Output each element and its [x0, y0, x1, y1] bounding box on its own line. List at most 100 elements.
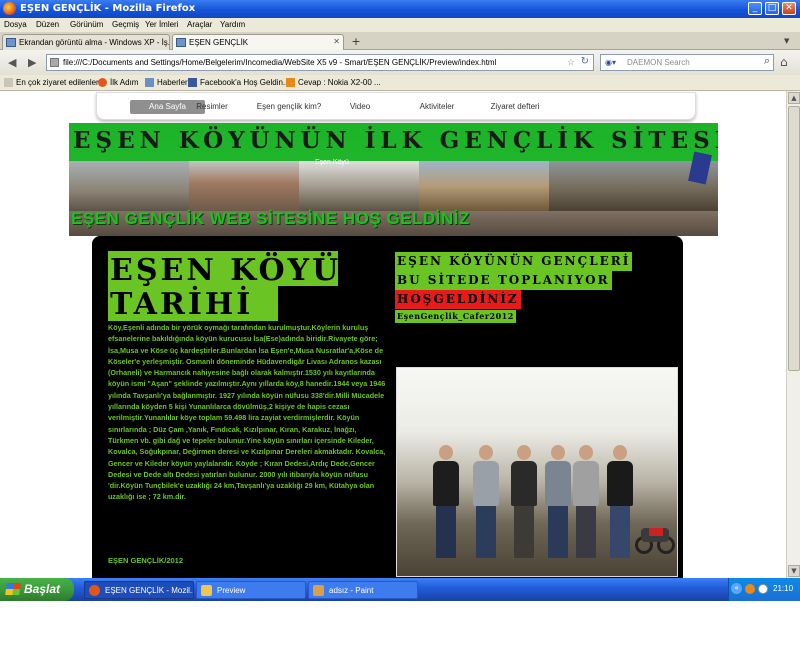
menu-history[interactable]: Geçmiş [112, 20, 139, 29]
menu-view[interactable]: Görünüm [70, 20, 103, 29]
menu-file[interactable]: Dosya [4, 20, 27, 29]
url-bar[interactable]: file:///C:/Documents and Settings/Home/B… [46, 54, 594, 71]
site-banner: EŞEN KÖYÜNÜN İLK GENÇLİK SİTESİ Eşen Köy… [69, 123, 718, 236]
file-icon [50, 58, 59, 67]
bookmark-star-icon[interactable]: ☆ [567, 57, 575, 68]
nav-guestbook[interactable]: Ziyaret defteri [475, 100, 555, 114]
facebook-icon [188, 78, 197, 87]
banner-caption: Eşen Köyü [315, 159, 349, 166]
back-arrow-icon[interactable]: ◀ [8, 56, 16, 69]
minimize-button[interactable]: _ [748, 2, 762, 15]
tab-label: EŞEN GENÇLİK [189, 38, 249, 47]
new-tab-button[interactable]: + [348, 35, 364, 49]
system-tray: « 21:10 [728, 578, 800, 601]
welcome-line4: EşenGençlik_Cafer2012 [395, 310, 516, 323]
taskbar-paint[interactable]: adsız - Paint [308, 581, 418, 599]
paint-icon [313, 585, 324, 596]
history-heading-line1: EŞEN KÖYÜ [110, 253, 342, 288]
taskbar-firefox[interactable]: EŞEN GENÇLİK - Mozil... [84, 581, 194, 599]
clock: 21:10 [773, 584, 794, 593]
url-text: file:///C:/Documents and Settings/Home/B… [63, 58, 497, 67]
start-button[interactable]: Başlat [0, 578, 74, 601]
welcome-line2: BU SİTEDE TOPLANIYOR [395, 271, 612, 290]
navigation-bar: ◀ ▶ file:///C:/Documents and Settings/Ho… [0, 50, 800, 75]
history-heading: EŞEN KÖYÜ TARİHİ [108, 251, 342, 322]
bookmark-most-visited[interactable]: En çok ziyaret edilenler [4, 78, 99, 87]
menu-help[interactable]: Yardım [220, 20, 245, 29]
menu-edit[interactable]: Düzen [36, 20, 59, 29]
nav-pictures[interactable]: Resimler [187, 100, 237, 114]
person-figure [511, 445, 537, 558]
folder-icon [201, 585, 212, 596]
signature-text: EŞEN GENÇLİK/2012 [108, 556, 184, 565]
page-viewport[interactable]: Ana Sayfa Resimler Eşen gençlik kim? Vid… [0, 91, 786, 578]
windows-logo-icon [5, 583, 21, 595]
person-figure [433, 445, 459, 558]
start-label: Başlat [24, 582, 61, 596]
scroll-up-arrow-icon[interactable]: ▲ [788, 92, 800, 104]
menu-bar: Dosya Düzen Görünüm Geçmiş Yer İmleri Ar… [0, 18, 800, 32]
person-figure [573, 445, 599, 558]
person-figure [545, 445, 571, 558]
close-button[interactable]: ✕ [782, 2, 796, 15]
page-icon [6, 38, 16, 47]
bookmark-first-step[interactable]: İlk Adım [98, 78, 138, 87]
village-photo [69, 161, 189, 211]
bookmark-facebook[interactable]: Facebook'a Hoş Geldin... [188, 78, 290, 87]
daemon-tray-icon[interactable] [745, 584, 755, 594]
window-titlebar[interactable]: EŞEN GENÇLİK - Mozilla Firefox _ □ ✕ [0, 0, 800, 18]
forward-arrow-icon[interactable]: ▶ [28, 56, 36, 69]
site-navigation: Ana Sayfa Resimler Eşen gençlik kim? Vid… [96, 92, 696, 120]
reload-icon[interactable]: ↻ [581, 56, 589, 67]
welcome-line3: HOŞGELDİNİZ [395, 290, 521, 309]
nav-who-is-esen-youth[interactable]: Eşen gençlik kim? [245, 100, 333, 114]
bookmark-nokia-answer[interactable]: Cevap : Nokia X2-00 ... [286, 78, 381, 87]
firefox-icon [3, 2, 16, 15]
task-label: Preview [217, 586, 246, 595]
search-input[interactable]: ◉▾ DAEMON Search ⌕ [600, 54, 774, 71]
menu-bookmarks[interactable]: Yer İmleri [145, 20, 179, 29]
page-icon [176, 38, 186, 47]
person-figure [473, 445, 499, 558]
home-icon[interactable]: ⌂ [780, 55, 788, 69]
banner-welcome: EŞEN GENÇLİK WEB SİTESİNE HOŞ GELDİNİZ [71, 209, 470, 228]
taskbar-preview-folder[interactable]: Preview [196, 581, 306, 599]
maximize-button[interactable]: □ [765, 2, 779, 15]
firefox-icon [89, 585, 100, 596]
main-content-panel: EŞEN KÖYÜ TARİHİ Köy,Eşenli adında bir y… [92, 236, 683, 578]
task-label: adsız - Paint [329, 586, 374, 595]
search-placeholder: DAEMON Search [627, 58, 690, 67]
person-figure [607, 445, 633, 558]
window-title: EŞEN GENÇLİK - Mozilla Firefox [20, 3, 196, 14]
task-label: EŞEN GENÇLİK - Mozil... [105, 586, 194, 595]
bookmark-news[interactable]: Haberler [145, 78, 188, 87]
rss-icon [145, 78, 154, 87]
village-photo [419, 161, 549, 211]
village-photo [189, 161, 299, 211]
scroll-down-arrow-icon[interactable]: ▼ [788, 565, 800, 577]
nav-activities[interactable]: Aktiviteler [407, 100, 467, 114]
tab-esen-genclik[interactable]: EŞEN GENÇLİK ✕ [172, 34, 344, 50]
bookmarks-bar: En çok ziyaret edilenler İlk Adım Haberl… [0, 75, 800, 91]
scrollbar-thumb[interactable] [788, 106, 800, 371]
banner-title: EŞEN KÖYÜNÜN İLK GENÇLİK SİTESİ [73, 127, 718, 154]
menu-tools[interactable]: Araçlar [187, 20, 212, 29]
volume-tray-icon[interactable] [758, 584, 768, 594]
tab-list-icon[interactable]: ▼ [784, 37, 789, 45]
tab-strip: Ekrandan görüntü alma - Windows XP - İş.… [0, 32, 800, 50]
history-heading-line2: TARİHİ [110, 287, 254, 322]
history-text: Köy,Eşenli adında bir yörük oymağı taraf… [108, 323, 386, 502]
show-hidden-icons-icon[interactable]: « [731, 583, 742, 594]
search-engine-icon[interactable]: ◉▾ [605, 58, 616, 67]
tab-screenshot-guide[interactable]: Ekrandan görüntü alma - Windows XP - İş.… [2, 34, 170, 50]
nav-video[interactable]: Video [340, 100, 380, 114]
tab-label: Ekrandan görüntü alma - Windows XP - İş.… [19, 38, 170, 47]
welcome-line1: EŞEN KÖYÜNÜN GENÇLERİ [395, 252, 633, 271]
firefox-bookmark-icon [98, 78, 107, 87]
windows-taskbar: Başlat EŞEN GENÇLİK - Mozil... Preview a… [0, 578, 800, 601]
dh-icon [286, 78, 295, 87]
vertical-scrollbar[interactable]: ▲ ▼ [786, 91, 800, 578]
close-tab-icon[interactable]: ✕ [333, 37, 340, 46]
group-photo[interactable] [396, 367, 678, 577]
search-icon[interactable]: ⌕ [764, 55, 770, 68]
